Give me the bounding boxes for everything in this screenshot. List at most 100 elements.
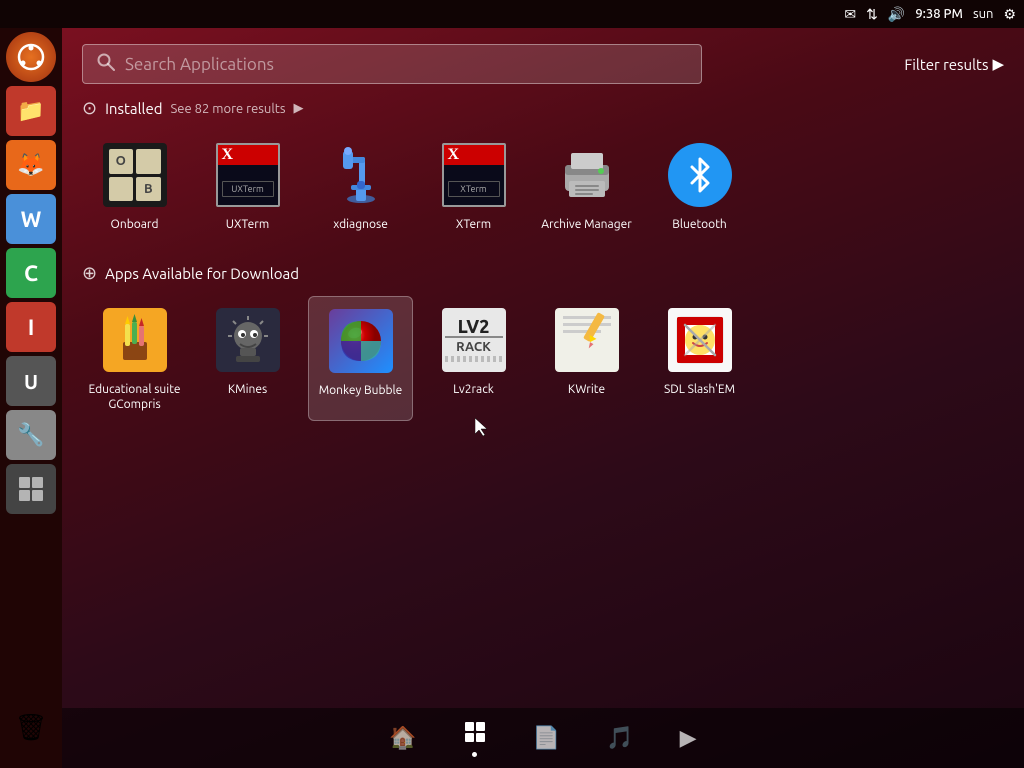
uxterm-label: UXTerm: [226, 217, 269, 233]
search-box[interactable]: [82, 44, 702, 84]
filter-home-button[interactable]: 🏠: [381, 717, 424, 759]
lv2rack-icon-box: LV2 RACK: [438, 304, 510, 376]
active-filter-dot: [472, 752, 477, 757]
archive-icon-box: [551, 139, 623, 211]
xdiagnose-icon-box: [325, 139, 397, 211]
app-uxterm[interactable]: X UXTerm UXTerm: [195, 131, 300, 241]
app-bluetooth[interactable]: Bluetooth: [647, 131, 752, 241]
see-more-link[interactable]: See 82 more results: [171, 102, 286, 116]
sidebar-item-calc[interactable]: C: [6, 248, 56, 298]
monkey-bubble-label: Monkey Bubble: [319, 383, 403, 399]
bluetooth-symbol: [682, 157, 718, 193]
bluetooth-icon-box: [664, 139, 736, 211]
uxterm-text: UXTerm: [222, 181, 274, 197]
sidebar-item-workspace[interactable]: [6, 464, 56, 514]
xterm-header: X: [444, 145, 504, 165]
download-header: ⊕ Apps Available for Download: [82, 263, 1004, 284]
installed-section: ⊙ Installed See 82 more results ▶ O B On…: [62, 84, 1024, 241]
sdl-slashem-icon: [673, 313, 727, 367]
sidebar-item-unity[interactable]: [6, 32, 56, 82]
kwrite-pencil: [577, 310, 617, 350]
app-archive-manager[interactable]: Archive Manager: [534, 131, 639, 241]
filter-music-button[interactable]: 🎵: [598, 717, 641, 759]
uxterm-icon-box: X UXTerm: [212, 139, 284, 211]
app-gcompris[interactable]: Educational suite GCompris: [82, 296, 187, 421]
kmines-label: KMines: [228, 382, 267, 398]
main-content: Filter results ▶ ⊙ Installed See 82 more…: [62, 28, 1024, 768]
app-xdiagnose[interactable]: xdiagnose: [308, 131, 413, 241]
monkey-bubble-icon-box: [325, 305, 397, 377]
sidebar-item-files[interactable]: 📁: [6, 86, 56, 136]
kmines-icon: [222, 314, 274, 366]
network-icon[interactable]: ⇅: [866, 6, 878, 23]
kwrite-icon-box: [551, 304, 623, 376]
sidebar: 📁 🦊 W C I U 🔧 🗑: [0, 28, 62, 768]
files-icon: 📄: [533, 725, 560, 751]
app-lv2rack[interactable]: LV2 RACK Lv2rack: [421, 296, 526, 421]
xterm-text: XTerm: [448, 181, 500, 197]
lv2rack-label: Lv2rack: [453, 382, 494, 398]
app-xterm[interactable]: X XTerm XTerm: [421, 131, 526, 241]
ubuntu-icon: [17, 43, 45, 71]
bottom-filter-bar: 🏠 📄 🎵 ▶: [62, 708, 1024, 768]
gcompris-icon: [109, 314, 161, 366]
music-icon: 🎵: [606, 725, 633, 751]
home-icon: 🏠: [389, 725, 416, 751]
app-onboard[interactable]: O B Onboard: [82, 131, 187, 241]
sidebar-item-settings[interactable]: 🔧: [6, 410, 56, 460]
app-sdl-slashem[interactable]: SDL Slash'EM: [647, 296, 752, 421]
sidebar-item-firefox[interactable]: 🦊: [6, 140, 56, 190]
xterm-icon-box: X XTerm: [438, 139, 510, 211]
filter-video-button[interactable]: ▶: [672, 717, 705, 759]
sdl-slashem-label: SDL Slash'EM: [664, 382, 735, 398]
download-label: Apps Available for Download: [105, 265, 299, 282]
onboard-key-o: O: [109, 149, 134, 174]
app-kwrite[interactable]: KWrite: [534, 296, 639, 421]
download-circle-icon: ⊕: [82, 263, 97, 284]
installed-check-icon: ⊙: [82, 98, 97, 119]
installed-label: Installed: [105, 100, 162, 117]
top-panel: ✉ ⇅ 🔊 9:38 PM sun ⚙: [0, 0, 1024, 28]
sidebar-item-impress[interactable]: I: [6, 302, 56, 352]
see-more-arrow: ▶: [294, 101, 304, 116]
sdl-icon-box: [664, 304, 736, 376]
onboard-key-b: B: [136, 177, 161, 202]
volume-icon[interactable]: 🔊: [888, 6, 905, 23]
gcompris-icon-box: [99, 304, 171, 376]
archive-icon: [555, 143, 619, 207]
filter-files-button[interactable]: 📄: [525, 717, 568, 759]
xterm-label: XTerm: [456, 217, 491, 233]
kmines-icon-box: [212, 304, 284, 376]
archive-manager-label: Archive Manager: [541, 217, 632, 233]
microscope-icon: [329, 143, 393, 207]
download-section: ⊕ Apps Available for Download: [62, 249, 1024, 421]
sidebar-item-ubuntuone[interactable]: U: [6, 356, 56, 406]
monkey-bubble-icon: [335, 315, 387, 367]
lv2rack-text-lv2: LV2: [458, 318, 490, 336]
onboard-key-bottom-left: [109, 177, 134, 202]
app-monkey-bubble[interactable]: Monkey Bubble: [308, 296, 413, 421]
bluetooth-label: Bluetooth: [672, 217, 727, 233]
email-icon[interactable]: ✉: [844, 6, 856, 23]
search-input[interactable]: [125, 55, 687, 74]
username[interactable]: sun: [973, 7, 994, 21]
app-kmines[interactable]: KMines: [195, 296, 300, 421]
filter-apps-button[interactable]: [455, 712, 495, 765]
installed-app-grid: O B Onboard X UXTerm UXTerm: [82, 131, 1004, 241]
onboard-key-top-right: [136, 149, 161, 174]
filter-results-button[interactable]: Filter results ▶: [904, 55, 1004, 73]
sidebar-item-trash[interactable]: 🗑: [6, 702, 56, 752]
video-icon: ▶: [680, 725, 697, 751]
clock: 9:38 PM: [915, 7, 963, 21]
kwrite-label: KWrite: [568, 382, 605, 398]
lv2rack-text-rack: RACK: [445, 336, 503, 354]
xdiagnose-label: xdiagnose: [333, 217, 388, 233]
installed-header: ⊙ Installed See 82 more results ▶: [82, 98, 1004, 119]
sidebar-item-writer[interactable]: W: [6, 194, 56, 244]
apps-icon: [463, 720, 487, 749]
gear-icon[interactable]: ⚙: [1003, 6, 1016, 23]
onboard-icon-box: O B: [99, 139, 171, 211]
onboard-label: Onboard: [111, 217, 159, 233]
download-app-grid: Educational suite GCompris: [82, 296, 1004, 421]
lv2rack-lines: [445, 356, 503, 362]
